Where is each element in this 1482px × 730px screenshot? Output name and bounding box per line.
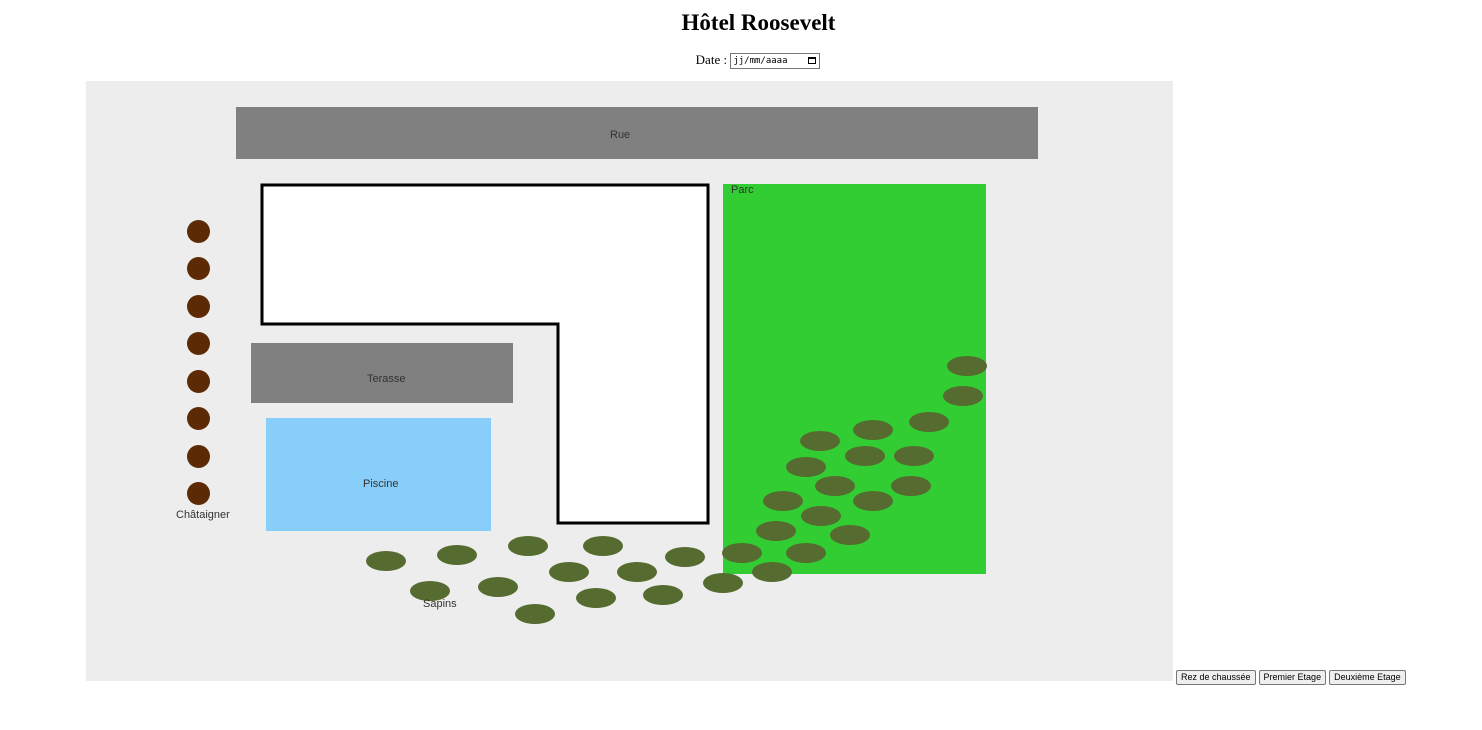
chestnut-tree[interactable]: [187, 370, 210, 393]
date-placeholder: jj/mm/aaaa: [733, 56, 788, 67]
ground-floor-button[interactable]: Rez de chaussée: [1176, 670, 1256, 685]
piscine-label: Piscine: [363, 478, 399, 490]
fir-tree[interactable]: [752, 562, 792, 582]
fir-tree[interactable]: [508, 536, 548, 556]
first-floor-button[interactable]: Premier Etage: [1258, 670, 1327, 685]
fir-tree[interactable]: [643, 585, 683, 605]
chestnut-tree[interactable]: [187, 220, 210, 243]
date-label: Date :: [695, 52, 728, 67]
chestnut-tree[interactable]: [187, 445, 210, 468]
calendar-icon[interactable]: [808, 57, 817, 65]
fir-tree[interactable]: [617, 562, 657, 582]
date-row: Date : jj/mm/aaaa: [0, 52, 1482, 70]
date-input[interactable]: jj/mm/aaaa: [730, 53, 821, 70]
second-floor-button[interactable]: Deuxième Etage: [1329, 670, 1406, 685]
fir-tree[interactable]: [815, 476, 855, 496]
fir-tree[interactable]: [891, 476, 931, 496]
piscine-zone[interactable]: Piscine: [266, 418, 491, 531]
hotel-building[interactable]: [86, 81, 1173, 681]
fir-tree[interactable]: [894, 446, 934, 466]
fir-tree[interactable]: [703, 573, 743, 593]
chestnut-tree[interactable]: [187, 295, 210, 318]
fir-tree[interactable]: [366, 551, 406, 571]
terasse-zone[interactable]: Terasse: [251, 343, 513, 403]
fir-tree[interactable]: [515, 604, 555, 624]
fir-tree[interactable]: [437, 545, 477, 565]
fir-tree[interactable]: [722, 543, 762, 563]
fir-tree[interactable]: [576, 588, 616, 608]
fir-tree[interactable]: [830, 525, 870, 545]
sapins-label: Sapins: [423, 598, 457, 610]
floor-buttons: Rez de chaussée Premier Etage Deuxième E…: [1176, 670, 1409, 685]
chestnut-tree[interactable]: [187, 257, 210, 280]
fir-tree[interactable]: [800, 431, 840, 451]
chataigner-label: Châtaigner: [176, 509, 230, 521]
fir-tree[interactable]: [909, 412, 949, 432]
fir-tree[interactable]: [763, 491, 803, 511]
fir-tree[interactable]: [549, 562, 589, 582]
fir-tree[interactable]: [853, 420, 893, 440]
fir-tree[interactable]: [801, 506, 841, 526]
terasse-label: Terasse: [367, 373, 406, 385]
fir-tree[interactable]: [786, 543, 826, 563]
page-title: Hôtel Roosevelt: [681, 10, 836, 35]
fir-tree[interactable]: [665, 547, 705, 567]
chestnut-tree[interactable]: [187, 332, 210, 355]
hotel-map: Rue Parc Terasse Piscine Châtaigner Sapi…: [86, 81, 1173, 681]
chestnut-tree[interactable]: [187, 407, 210, 430]
fir-tree[interactable]: [786, 457, 826, 477]
chestnut-tree[interactable]: [187, 482, 210, 505]
fir-tree[interactable]: [943, 386, 983, 406]
fir-tree[interactable]: [853, 491, 893, 511]
fir-tree[interactable]: [583, 536, 623, 556]
fir-tree[interactable]: [947, 356, 987, 376]
fir-tree[interactable]: [478, 577, 518, 597]
fir-tree[interactable]: [756, 521, 796, 541]
fir-tree[interactable]: [845, 446, 885, 466]
